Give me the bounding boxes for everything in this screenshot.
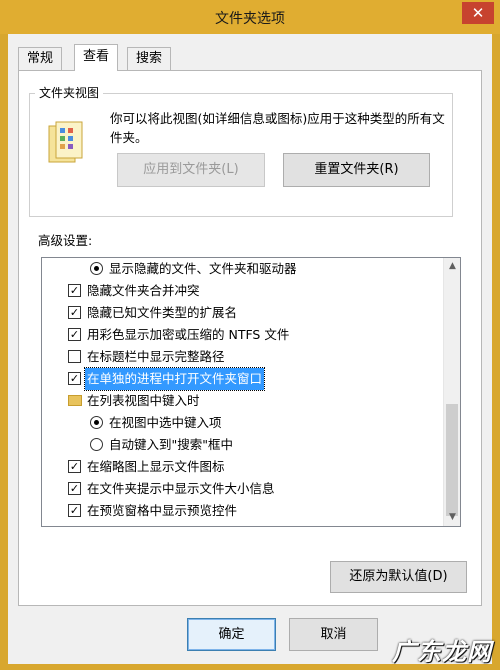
list-item[interactable]: ✓ 隐藏已知文件类型的扩展名 bbox=[42, 302, 442, 324]
list-item[interactable]: ✓ 隐藏文件夹合并冲突 bbox=[42, 280, 442, 302]
tab-general[interactable]: 常规 bbox=[18, 47, 63, 70]
advanced-settings-label: 高级设置: bbox=[38, 233, 93, 248]
list-item-label: 显示隐藏的文件、文件夹和驱动器 bbox=[109, 261, 297, 276]
list-item-label: 在预览窗格中显示预览控件 bbox=[87, 503, 238, 518]
list-item-label: 在单独的进程中打开文件夹窗口 bbox=[83, 367, 266, 391]
list-item-label: 隐藏文件夹合并冲突 bbox=[87, 283, 200, 298]
watermark-logo: 广东龙网 bbox=[392, 638, 492, 666]
list-item-selected[interactable]: ✓ 在单独的进程中打开文件夹窗口 bbox=[42, 367, 442, 391]
scroll-down-icon[interactable]: ▼ bbox=[444, 509, 460, 526]
reset-folders-button[interactable]: 重置文件夹(R) bbox=[283, 153, 430, 187]
checkbox[interactable] bbox=[68, 350, 81, 363]
scroll-thumb[interactable] bbox=[446, 404, 458, 516]
checkbox[interactable]: ✓ bbox=[68, 504, 81, 517]
list-item[interactable]: 显示隐藏的文件、文件夹和驱动器 bbox=[42, 258, 442, 280]
checkbox[interactable]: ✓ bbox=[68, 482, 81, 495]
close-button[interactable]: ✕ bbox=[462, 2, 494, 24]
window-title: 文件夹选项 bbox=[215, 11, 285, 27]
ok-button[interactable]: 确定 bbox=[187, 618, 276, 651]
list-item[interactable]: ✓ 用彩色显示加密或压缩的 NTFS 文件 bbox=[42, 324, 442, 346]
advanced-settings-list[interactable]: 显示隐藏的文件、文件夹和驱动器 ✓ 隐藏文件夹合并冲突 ✓ 隐藏已知文件类型的扩… bbox=[41, 257, 461, 527]
tab-search[interactable]: 搜索 bbox=[127, 47, 172, 70]
list-item-label: 在缩略图上显示文件图标 bbox=[87, 459, 225, 474]
tab-view[interactable]: 查看 bbox=[74, 44, 119, 71]
list-item-label: 在标题栏中显示完整路径 bbox=[87, 349, 225, 364]
list-item-label: 在视图中选中键入项 bbox=[109, 415, 222, 430]
radio-button[interactable] bbox=[90, 262, 103, 275]
apply-to-folders-button[interactable]: 应用到文件夹(L) bbox=[117, 153, 265, 187]
list-item: 在列表视图中键入时 bbox=[42, 390, 442, 412]
checkbox[interactable]: ✓ bbox=[68, 284, 81, 297]
checkbox[interactable]: ✓ bbox=[68, 306, 81, 319]
folder-views-description: 你可以将此视图(如详细信息或图标)应用于这种类型的所有文件夹。 bbox=[110, 111, 445, 145]
checkbox[interactable]: ✓ bbox=[68, 328, 81, 341]
vertical-scrollbar[interactable]: ▲ ▼ bbox=[443, 258, 460, 526]
cancel-button[interactable]: 取消 bbox=[289, 618, 378, 651]
checkbox[interactable]: ✓ bbox=[68, 460, 81, 473]
list-item-label: 在列表视图中键入时 bbox=[87, 393, 200, 408]
list-item-label: 隐藏已知文件类型的扩展名 bbox=[87, 305, 238, 320]
checkbox[interactable]: ✓ bbox=[68, 372, 81, 385]
restore-defaults-button[interactable]: 还原为默认值(D) bbox=[330, 561, 467, 593]
folder-views-icon bbox=[48, 121, 83, 163]
list-item[interactable]: ✓ 在文件夹提示中显示文件大小信息 bbox=[42, 478, 442, 500]
list-item[interactable]: ✓ 在缩略图上显示文件图标 bbox=[42, 456, 442, 478]
title-bar: 文件夹选项 ✕ bbox=[0, 0, 500, 34]
folder-icon bbox=[68, 395, 82, 406]
list-item[interactable]: 在标题栏中显示完整路径 bbox=[42, 346, 442, 368]
folder-views-group: 文件夹视图 你可以将此视图(如详细信息或图标)应用于这种类型的所有文件夹。 应用… bbox=[29, 84, 453, 217]
list-item[interactable]: 自动键入到"搜索"框中 bbox=[42, 434, 442, 456]
dialog-body: 常规 查看 搜索 文件夹视图 你可以将此视图(如详细信息或图标)应用于这种类型的… bbox=[8, 34, 492, 664]
radio-button[interactable] bbox=[90, 438, 103, 451]
list-item[interactable]: 在视图中选中键入项 bbox=[42, 412, 442, 434]
list-item-label: 在文件夹提示中显示文件大小信息 bbox=[87, 481, 275, 496]
list-item[interactable]: ✓ 在预览窗格中显示预览控件 bbox=[42, 500, 442, 522]
group-title: 文件夹视图 bbox=[35, 84, 104, 101]
radio-button[interactable] bbox=[90, 416, 103, 429]
scroll-up-icon[interactable]: ▲ bbox=[444, 258, 460, 275]
list-item-label: 自动键入到"搜索"框中 bbox=[109, 437, 233, 452]
list-item-label: 用彩色显示加密或压缩的 NTFS 文件 bbox=[87, 327, 290, 342]
